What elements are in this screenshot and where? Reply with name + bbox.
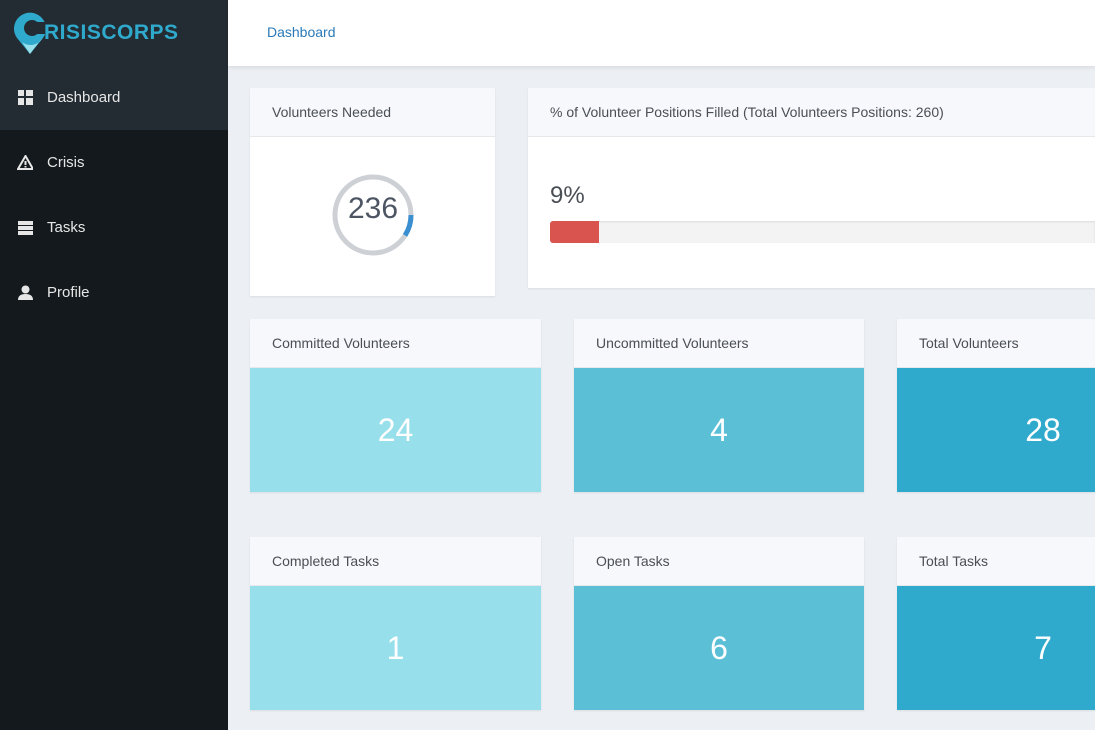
completed-tasks-card: Completed Tasks 1 — [250, 537, 541, 710]
uncommitted-volunteers-card: Uncommitted Volunteers 4 — [574, 319, 864, 492]
sidebar-item-dashboard[interactable]: Dashboard — [0, 65, 228, 130]
warning-triangle-icon — [17, 155, 33, 171]
breadcrumb-dashboard[interactable]: Dashboard — [267, 24, 336, 40]
sidebar-item-profile[interactable]: Profile — [0, 260, 228, 325]
stat-value: 24 — [250, 368, 541, 492]
stat-value: 28 — [897, 368, 1095, 492]
stat-value: 1 — [250, 586, 541, 710]
positions-progress-bar — [550, 221, 1095, 243]
sidebar-item-label: Crisis — [47, 154, 85, 171]
card-title: Volunteers Needed — [250, 88, 495, 137]
sidebar-item-label: Profile — [47, 284, 90, 301]
committed-volunteers-card: Committed Volunteers 24 — [250, 319, 541, 492]
card-title: Total Tasks — [897, 537, 1095, 586]
sidebar-item-tasks[interactable]: Tasks — [0, 195, 228, 260]
volunteers-needed-value: 236 — [347, 192, 399, 225]
volunteers-needed-card: Volunteers Needed 236 — [250, 88, 495, 296]
sidebar: RISISCORPS Dashboard Crisis Tasks Profil… — [0, 0, 228, 730]
positions-filled-card: % of Volunteer Positions Filled (Total V… — [528, 88, 1095, 288]
card-title: Committed Volunteers — [250, 319, 541, 368]
sidebar-item-crisis[interactable]: Crisis — [0, 130, 228, 195]
top-bar: Dashboard — [228, 0, 1095, 66]
user-icon — [17, 285, 33, 301]
brand-name: RISISCORPS — [44, 20, 179, 44]
card-title: Open Tasks — [574, 537, 864, 586]
stat-value: 7 — [897, 586, 1095, 710]
progress-fill — [550, 221, 600, 243]
server-list-icon — [17, 220, 33, 236]
total-volunteers-card: Total Volunteers 28 — [897, 319, 1095, 492]
sidebar-item-label: Tasks — [47, 219, 86, 236]
logo-pin-icon — [14, 12, 47, 54]
logo[interactable]: RISISCORPS — [0, 0, 228, 65]
stat-value: 4 — [574, 368, 864, 492]
card-title: Completed Tasks — [250, 537, 541, 586]
dashboard-grid-icon — [17, 90, 33, 106]
card-title: Total Volunteers — [897, 319, 1095, 368]
open-tasks-card: Open Tasks 6 — [574, 537, 864, 710]
card-title: % of Volunteer Positions Filled (Total V… — [528, 88, 1095, 137]
card-title: Uncommitted Volunteers — [574, 319, 864, 368]
sidebar-item-label: Dashboard — [47, 89, 121, 106]
total-tasks-card: Total Tasks 7 — [897, 537, 1095, 710]
stat-value: 6 — [574, 586, 864, 710]
percent-label: 9% — [550, 182, 585, 209]
